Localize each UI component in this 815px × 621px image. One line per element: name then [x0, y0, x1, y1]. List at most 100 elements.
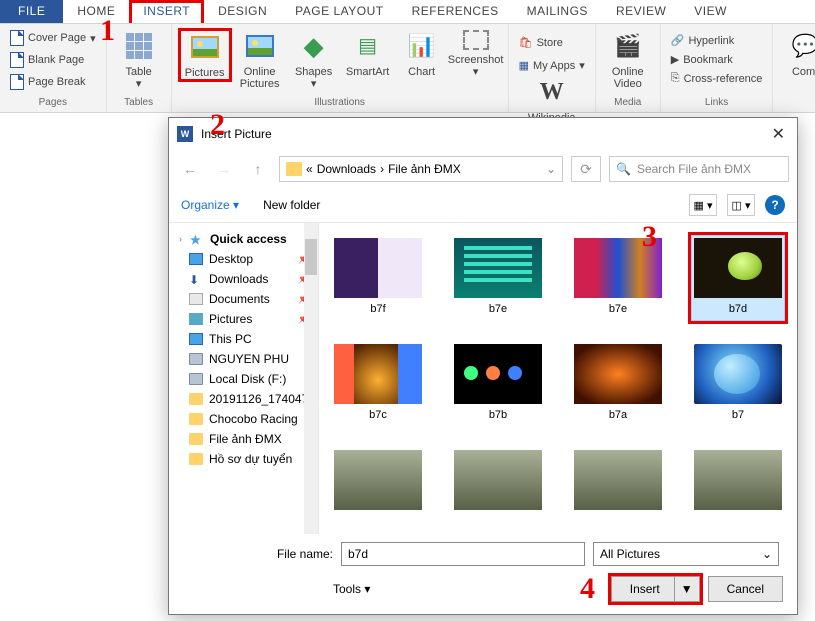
hyperlink-button[interactable]: 🔗Hyperlink	[667, 32, 739, 49]
ribbon-tabs: FILE HOME INSERT DESIGN PAGE LAYOUT REFE…	[0, 0, 815, 24]
online-pictures-button[interactable]: Online Pictures	[234, 28, 286, 92]
insert-button[interactable]: Insert▼	[611, 576, 700, 602]
pictures-icon	[189, 313, 203, 325]
screenshot-button[interactable]: Screenshot▾	[450, 28, 502, 80]
cancel-button[interactable]: Cancel	[708, 576, 783, 602]
pc-icon	[189, 333, 203, 345]
bookmark-button[interactable]: ▶Bookmark	[667, 51, 737, 68]
documents-icon	[189, 293, 203, 305]
group-media: 🎬 Online Video Media	[596, 24, 661, 112]
scrollbar[interactable]	[304, 223, 318, 534]
comment-icon: 💬	[789, 30, 815, 62]
group-label: Links	[705, 97, 728, 110]
group-addins: 🛍Store ▦My Apps▾ W Wikipedia Add-ins	[509, 24, 596, 112]
back-button[interactable]: ←	[177, 156, 203, 182]
preview-pane-button[interactable]: ◫ ▾	[727, 194, 755, 216]
forward-button[interactable]: →	[211, 156, 237, 182]
sidebar: ›★Quick access Desktop📌 ⬇Downloads📌 Docu…	[169, 223, 319, 534]
store-button[interactable]: 🛍Store	[515, 34, 567, 51]
page-break-button[interactable]: Page Break	[6, 72, 89, 92]
myapps-button[interactable]: ▦My Apps▾	[515, 57, 589, 74]
tab-page-layout[interactable]: PAGE LAYOUT	[281, 0, 397, 23]
file-item[interactable]	[691, 447, 785, 513]
folder-icon	[189, 453, 203, 465]
crossref-button[interactable]: ⎘Cross-reference	[667, 70, 767, 87]
smartart-button[interactable]: ▤ SmartArt	[342, 28, 394, 80]
sidebar-nguyen[interactable]: NGUYEN PHU	[169, 349, 318, 369]
file-item[interactable]: b7	[691, 341, 785, 427]
file-item[interactable]: b7a	[571, 341, 665, 427]
cover-page-button[interactable]: Cover Page▾	[6, 28, 100, 48]
hyperlink-icon: 🔗	[671, 34, 685, 47]
thumbnail	[334, 344, 422, 404]
breadcrumb[interactable]: « Downloads › File ảnh ĐMX ⌄	[279, 156, 563, 182]
file-item[interactable]: b7f	[331, 235, 425, 321]
sidebar-thispc[interactable]: This PC	[169, 329, 318, 349]
filename-input[interactable]	[341, 542, 585, 566]
tab-view[interactable]: VIEW	[680, 0, 741, 23]
smartart-icon: ▤	[352, 30, 384, 62]
new-folder-button[interactable]: New folder	[263, 198, 320, 212]
page-icon	[10, 30, 24, 46]
sidebar-pictures[interactable]: Pictures📌	[169, 309, 318, 329]
thumbnail	[694, 238, 782, 298]
word-icon: W	[177, 126, 193, 142]
file-item[interactable]: b7e	[571, 235, 665, 321]
file-item[interactable]: b7e	[451, 235, 545, 321]
thumbnail	[574, 450, 662, 510]
sidebar-documents[interactable]: Documents📌	[169, 289, 318, 309]
comment-button[interactable]: 💬 Comr	[779, 28, 815, 80]
pictures-button[interactable]: Pictures	[178, 28, 232, 82]
folder-icon	[189, 413, 203, 425]
sidebar-20191126[interactable]: 20191126_174047	[169, 389, 318, 409]
table-button[interactable]: Table▾	[113, 28, 165, 92]
file-item[interactable]	[571, 447, 665, 513]
tab-review[interactable]: REVIEW	[602, 0, 680, 23]
insert-dropdown-arrow[interactable]: ▼	[674, 577, 699, 601]
thumbnail	[574, 344, 662, 404]
file-item[interactable]	[331, 447, 425, 513]
tools-button[interactable]: Tools ▾	[333, 582, 370, 596]
file-item[interactable]	[451, 447, 545, 513]
close-button[interactable]: ✕	[768, 124, 789, 144]
chart-button[interactable]: 📊 Chart	[396, 28, 448, 80]
tab-mailings[interactable]: MAILINGS	[513, 0, 602, 23]
file-item[interactable]: b7b	[451, 341, 545, 427]
sidebar-filedmx[interactable]: File ảnh ĐMX	[169, 429, 318, 449]
search-input[interactable]: 🔍 Search File ảnh ĐMX	[609, 156, 789, 182]
group-links: 🔗Hyperlink ▶Bookmark ⎘Cross-reference Li…	[661, 24, 774, 112]
tab-insert[interactable]: INSERT	[129, 0, 204, 23]
refresh-button[interactable]: ⟳	[571, 156, 601, 182]
group-tables: Table▾ Tables	[107, 24, 172, 112]
tab-references[interactable]: REFERENCES	[398, 0, 513, 23]
blank-page-button[interactable]: Blank Page	[6, 50, 88, 70]
sidebar-downloads[interactable]: ⬇Downloads📌	[169, 269, 318, 289]
thumbnail	[454, 344, 542, 404]
group-illustrations: Pictures Online Pictures ◆ Shapes▾ ▤ Sma…	[172, 24, 509, 112]
group-label: Pages	[39, 97, 67, 110]
drive-icon	[189, 353, 203, 365]
online-pictures-icon	[246, 35, 274, 57]
insert-picture-dialog: W Insert Picture ✕ ← → ↑ « Downloads › F…	[168, 117, 798, 615]
ribbon: Cover Page▾ Blank Page Page Break Pages …	[0, 24, 815, 113]
up-button[interactable]: ↑	[245, 156, 271, 182]
file-item-selected[interactable]: b7d	[691, 235, 785, 321]
organize-button[interactable]: Organize ▾	[181, 198, 239, 212]
sidebar-chocobo[interactable]: Chocobo Racing	[169, 409, 318, 429]
filetype-combo[interactable]: All Pictures	[593, 542, 779, 566]
tab-design[interactable]: DESIGN	[204, 0, 281, 23]
sidebar-desktop[interactable]: Desktop📌	[169, 249, 318, 269]
tab-home[interactable]: HOME	[63, 0, 129, 23]
help-button[interactable]: ?	[765, 195, 785, 215]
sidebar-quick-access[interactable]: ›★Quick access	[169, 229, 318, 249]
view-mode-button[interactable]: ▦ ▾	[689, 194, 717, 216]
online-video-button[interactable]: 🎬 Online Video	[602, 28, 654, 92]
screenshot-icon	[463, 30, 489, 50]
shapes-button[interactable]: ◆ Shapes▾	[288, 28, 340, 92]
tab-file[interactable]: FILE	[0, 0, 63, 23]
file-item[interactable]: b7c	[331, 341, 425, 427]
sidebar-hoso[interactable]: Hồ sơ dự tuyển	[169, 449, 318, 469]
page-break-icon	[10, 74, 24, 90]
sidebar-localf[interactable]: Local Disk (F:)	[169, 369, 318, 389]
apps-icon: ▦	[519, 59, 529, 72]
